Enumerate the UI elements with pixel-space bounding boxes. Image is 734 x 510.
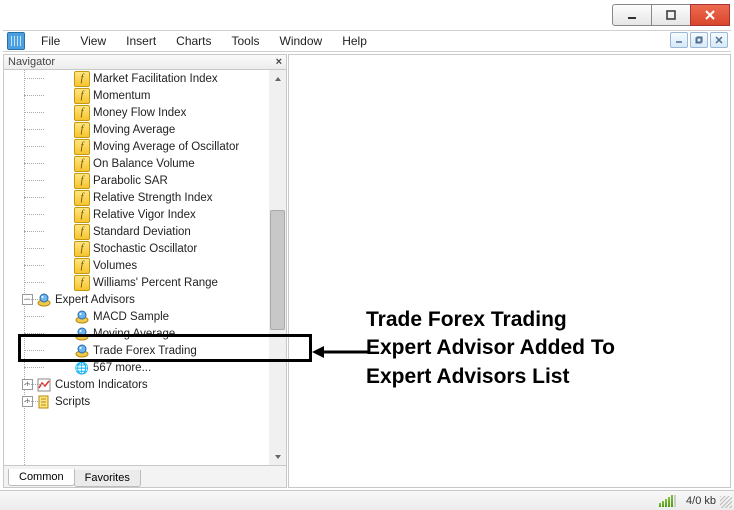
navigator-titlebar: Navigator ×	[3, 54, 287, 70]
tree-item-label: Moving Average	[93, 328, 175, 340]
status-bar: 4/0 kb	[0, 490, 734, 510]
navigator-close-icon[interactable]: ×	[276, 56, 282, 68]
tree-item-label: Parabolic SAR	[93, 175, 168, 187]
custom-indicator-icon	[36, 377, 52, 393]
tree-item-label: Williams' Percent Range	[93, 277, 218, 289]
expert-advisor-icon	[74, 326, 90, 342]
function-icon	[74, 71, 90, 87]
connection-bars-icon	[659, 495, 676, 507]
tree-item-label: Moving Average	[93, 124, 175, 136]
tree-item-label: Stochastic Oscillator	[93, 243, 197, 255]
tree-item-label: Relative Vigor Index	[93, 209, 196, 221]
indicator-item[interactable]: Momentum	[4, 87, 269, 104]
expert-advisors-group[interactable]: − Expert Advisors	[4, 291, 269, 308]
app-icon	[7, 32, 25, 50]
indicator-item[interactable]: Moving Average of Oscillator	[4, 138, 269, 155]
function-icon	[74, 207, 90, 223]
menu-view[interactable]: View	[70, 32, 116, 50]
expand-icon[interactable]: +	[22, 379, 33, 390]
tree-item-label: Money Flow Index	[93, 107, 186, 119]
function-icon	[74, 173, 90, 189]
tab-favorites[interactable]: Favorites	[74, 470, 141, 487]
tree-item-label: MACD Sample	[93, 311, 169, 323]
function-icon	[74, 241, 90, 257]
close-button[interactable]	[690, 4, 730, 26]
minimize-button[interactable]	[612, 4, 652, 26]
menu-bar: File View Insert Charts Tools Window Hel…	[3, 30, 731, 52]
navigator-title-label: Navigator	[8, 56, 55, 68]
expert-advisor-icon	[74, 309, 90, 325]
maximize-button[interactable]	[651, 4, 691, 26]
expert-advisor-item[interactable]: Moving Average	[4, 325, 269, 342]
navigator-body: Market Facilitation Index Momentum Money F…	[3, 70, 287, 466]
menu-file[interactable]: File	[31, 32, 70, 50]
tree-item-label: Custom Indicators	[55, 379, 148, 391]
tree-item-label: Scripts	[55, 396, 90, 408]
tree-item-label: Volumes	[93, 260, 137, 272]
scroll-up-icon[interactable]	[269, 70, 286, 87]
indicator-item[interactable]: Parabolic SAR	[4, 172, 269, 189]
mdi-minimize-button[interactable]	[670, 32, 688, 48]
indicator-item[interactable]: Standard Deviation	[4, 223, 269, 240]
indicator-item[interactable]: Stochastic Oscillator	[4, 240, 269, 257]
function-icon	[74, 122, 90, 138]
tab-common[interactable]: Common	[8, 469, 75, 486]
scroll-thumb[interactable]	[270, 210, 285, 330]
expert-advisor-item[interactable]: Trade Forex Trading	[4, 342, 269, 359]
tree-item-label: Trade Forex Trading	[93, 345, 197, 357]
expert-advisor-icon	[74, 343, 90, 359]
script-icon	[36, 394, 52, 410]
scroll-down-icon[interactable]	[269, 448, 286, 465]
scripts-group[interactable]: + Scripts	[4, 393, 269, 410]
indicator-item[interactable]: Relative Strength Index	[4, 189, 269, 206]
tree-item-label: 567 more...	[93, 362, 151, 374]
menu-help[interactable]: Help	[332, 32, 377, 50]
resize-grip-icon[interactable]	[720, 496, 732, 508]
expert-advisor-icon	[36, 292, 52, 308]
expert-advisor-item[interactable]: MACD Sample	[4, 308, 269, 325]
menu-window[interactable]: Window	[270, 32, 333, 50]
function-icon	[74, 258, 90, 274]
more-icon: 🌐	[74, 360, 90, 376]
tree-item-label: Standard Deviation	[93, 226, 191, 238]
expand-icon[interactable]: −	[22, 294, 33, 305]
navigator-panel: Navigator × Market Facilitation Index Mom…	[3, 54, 287, 488]
indicator-item[interactable]: Relative Vigor Index	[4, 206, 269, 223]
tree-item-label: Moving Average of Oscillator	[93, 141, 239, 153]
indicator-item[interactable]: Money Flow Index	[4, 104, 269, 121]
mdi-window-controls	[668, 32, 728, 48]
navigator-tabs: Common Favorites	[3, 466, 287, 488]
expand-icon[interactable]: +	[22, 396, 33, 407]
function-icon	[74, 88, 90, 104]
tree-item-label: Momentum	[93, 90, 151, 102]
tree-item-label: Relative Strength Index	[93, 192, 213, 204]
custom-indicators-group[interactable]: + Custom Indicators	[4, 376, 269, 393]
tree-item-label: On Balance Volume	[93, 158, 195, 170]
tree-item-label: Market Facilitation Index	[93, 73, 218, 85]
function-icon	[74, 190, 90, 206]
menu-tools[interactable]: Tools	[222, 32, 270, 50]
indicator-item[interactable]: Volumes	[4, 257, 269, 274]
mdi-restore-button[interactable]	[690, 32, 708, 48]
menu-insert[interactable]: Insert	[116, 32, 166, 50]
indicator-item[interactable]: On Balance Volume	[4, 155, 269, 172]
function-icon	[74, 224, 90, 240]
mdi-close-button[interactable]	[710, 32, 728, 48]
chart-area	[288, 54, 731, 488]
function-icon	[74, 105, 90, 121]
function-icon	[74, 156, 90, 172]
status-kb-label: 4/0 kb	[686, 495, 716, 507]
navigator-tree[interactable]: Market Facilitation Index Momentum Money F…	[4, 70, 286, 465]
indicator-item[interactable]: Williams' Percent Range	[4, 274, 269, 291]
menu-charts[interactable]: Charts	[166, 32, 221, 50]
window-controls	[613, 4, 730, 26]
indicator-item[interactable]: Market Facilitation Index	[4, 70, 269, 87]
indicator-item[interactable]: Moving Average	[4, 121, 269, 138]
navigator-scrollbar[interactable]	[269, 70, 286, 465]
ea-more-item[interactable]: 🌐567 more...	[4, 359, 269, 376]
tree-item-label: Expert Advisors	[55, 294, 135, 306]
function-icon	[74, 139, 90, 155]
function-icon	[74, 275, 90, 291]
